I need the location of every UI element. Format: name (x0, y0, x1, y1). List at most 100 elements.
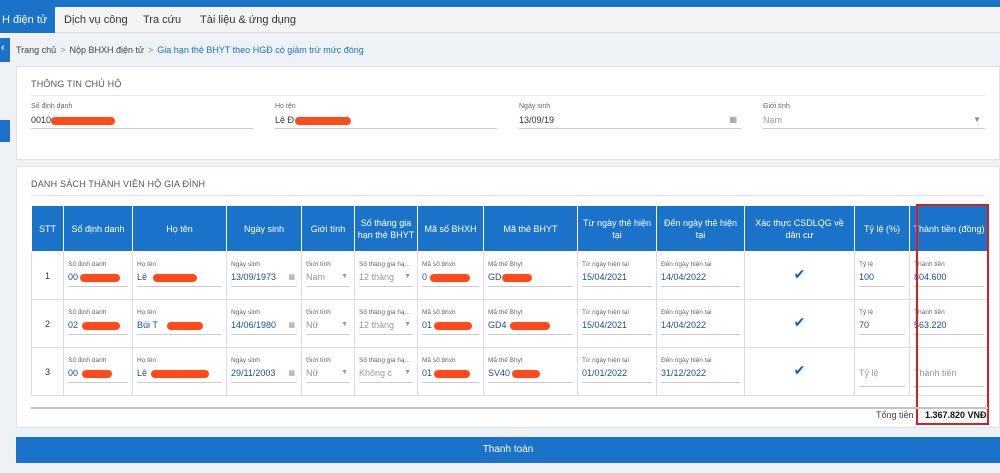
field-value: 31/12/2022 (661, 368, 707, 378)
member-name-field[interactable]: Họ tên Bùi T (137, 309, 222, 335)
member-gender-select[interactable]: Giới tính Nam ▼ (306, 261, 350, 287)
member-gender-select[interactable]: Giới tính Nữ ▼ (306, 309, 350, 335)
field-value: Không c (359, 368, 393, 378)
member-card-field[interactable]: Mã thẻ Bhyt GD4 (488, 309, 573, 335)
top-navbar: H điện tử Dịch vụ công Tra cứu Tài liệu … (0, 7, 1000, 33)
field-label: Số định danh (68, 261, 107, 268)
calendar-icon[interactable]: ▦ (288, 273, 295, 281)
divider (31, 195, 985, 196)
table-cell: Họ tên Bùi T (132, 299, 227, 348)
sidebar-collapse-button[interactable]: ‹ (0, 38, 10, 62)
field-label: Giới tính (306, 309, 331, 316)
verified-check-icon: ✔ (793, 314, 806, 330)
section-title: THÔNG TIN CHỦ HỘ (31, 79, 122, 89)
redaction-mark (512, 370, 540, 378)
field-value: 29/11/2003 (231, 368, 276, 378)
member-from-field[interactable]: Từ ngày hiện tại 01/01/2022 (582, 357, 652, 383)
dropdown-arrow-icon[interactable]: ▼ (404, 369, 411, 376)
field-value: 0010 (31, 115, 52, 125)
table-cell: ✔ (744, 299, 855, 348)
redaction-mark (167, 322, 203, 330)
amount-column-highlight (916, 204, 989, 425)
row-number: 2 (31, 299, 64, 348)
field-value: Nam (306, 272, 326, 282)
field-value: 13/09/19 (519, 115, 555, 125)
field-label: Số định danh (68, 309, 107, 316)
field-value: 15/04/2021 (582, 272, 628, 282)
field-label: Từ ngày hiện tại (582, 309, 629, 316)
sidebar-tab[interactable] (0, 120, 10, 142)
head-name-field[interactable]: Họ tên Lê Đ (275, 103, 497, 129)
member-months-select[interactable]: Số tháng gia hạ... 12 tháng ▼ (359, 261, 413, 287)
head-id-field[interactable]: Số định danh 0010 (31, 103, 253, 129)
nav-item-home[interactable]: H điện tử (0, 7, 56, 33)
member-to-field[interactable]: Đến ngày hiện tại 14/04/2022 (661, 261, 740, 287)
member-bhxh-field[interactable]: Mã số bhxh 01 (422, 309, 479, 335)
total-amount: 1.367.820 VNĐ (925, 410, 987, 420)
pay-button[interactable]: Thanh toán (16, 437, 1000, 463)
dropdown-arrow-icon[interactable]: ▼ (341, 321, 348, 328)
top-accent-bar (0, 0, 1000, 7)
dropdown-arrow-icon[interactable]: ▼ (404, 273, 411, 280)
member-from-field[interactable]: Từ ngày hiện tại 15/04/2021 (582, 261, 652, 287)
member-id-field[interactable]: Số định danh 00 (68, 357, 128, 383)
member-name-field[interactable]: Họ tên Lê (137, 261, 222, 287)
breadcrumb-level2[interactable]: Nộp BHXH điện tử (69, 45, 144, 55)
calendar-icon[interactable]: ▦ (729, 115, 737, 124)
redaction-mark (295, 117, 351, 125)
member-bhxh-field[interactable]: Mã số bhxh 0 (422, 261, 479, 287)
member-bhxh-field[interactable]: Mã số bhxh 01 (422, 357, 479, 383)
field-value: Nam (763, 115, 783, 125)
table-cell: Họ tên Lê (132, 251, 227, 300)
redaction-mark (502, 274, 532, 282)
nav-item-public-services[interactable]: Dịch vụ công (64, 7, 128, 33)
head-gender-select[interactable]: Giới tính Nam ▼ (763, 103, 985, 129)
calendar-icon[interactable]: ▦ (288, 321, 295, 329)
dropdown-arrow-icon[interactable]: ▼ (341, 369, 348, 376)
member-to-field[interactable]: Đến ngày hiện tại 31/12/2022 (661, 357, 740, 383)
nav-item-lookup[interactable]: Tra cứu (143, 7, 181, 33)
field-label: Số tháng gia hạ... (359, 357, 410, 364)
member-months-select[interactable]: Số tháng gia hạ... 12 tháng ▼ (359, 309, 413, 335)
nav-item-documents[interactable]: Tài liệu & ứng dụng (200, 7, 296, 33)
member-to-field[interactable]: Đến ngày hiện tại 14/04/2022 (661, 309, 740, 335)
member-id-field[interactable]: Số định danh 02 (68, 309, 128, 335)
calendar-icon[interactable]: ▦ (288, 369, 295, 377)
field-label: Từ ngày hiện tại (582, 357, 629, 364)
chevron-left-icon: ‹ (1, 42, 5, 54)
member-months-select[interactable]: Số tháng gia hạ... Không c ▼ (359, 357, 413, 383)
dropdown-arrow-icon[interactable]: ▼ (973, 115, 981, 124)
head-dob-field[interactable]: Ngày sinh 13/09/19 ▦ (519, 103, 741, 129)
dropdown-arrow-icon[interactable]: ▼ (404, 321, 411, 328)
member-name-field[interactable]: Họ tên Lê (137, 357, 222, 383)
member-from-field[interactable]: Từ ngày hiện tại 15/04/2021 (582, 309, 652, 335)
table-cell: Giới tính Nữ ▼ (301, 299, 355, 348)
member-dob-field[interactable]: Ngày sinh 13/09/1973 ▦ (231, 261, 297, 287)
field-value: 02 (68, 320, 79, 330)
household-head-panel: THÔNG TIN CHỦ HỘ Số định danh 0010 Họ tê… (16, 66, 1000, 160)
field-value: 12 tháng (359, 272, 395, 282)
member-card-field[interactable]: Mã thẻ Bhyt GD (488, 261, 573, 287)
field-value: 01 (422, 320, 433, 330)
table-cell: Họ tên Lê (132, 347, 227, 396)
row-number: 3 (31, 347, 64, 396)
member-rate-field[interactable]: Tỷ lệ 100 (859, 261, 905, 287)
table-cell: Tỷ lệ 100 (854, 251, 910, 300)
member-dob-field[interactable]: Ngày sinh 14/06/1980 ▦ (231, 309, 297, 335)
field-value: 70 (859, 320, 870, 330)
member-card-field[interactable]: Mã thẻ Bhyt SV40 (488, 357, 573, 383)
table-cell: Mã thẻ Bhyt SV40 (483, 347, 578, 396)
member-rate-field[interactable]: Tỷ lệ 70 (859, 309, 905, 335)
table-cell: Tỷ lệ 70 (854, 299, 910, 348)
member-gender-select[interactable]: Giới tính Nữ ▼ (306, 357, 350, 383)
field-label: Tỷ lệ (859, 261, 874, 268)
member-id-field[interactable]: Số định danh 00 (68, 261, 128, 287)
field-value: 100 (859, 272, 875, 282)
breadcrumb-home[interactable]: Trang chủ (16, 45, 56, 55)
member-dob-field[interactable]: Ngày sinh 29/11/2003 ▦ (231, 357, 297, 383)
dropdown-arrow-icon[interactable]: ▼ (341, 273, 348, 280)
table-cell: Giới tính Nữ ▼ (301, 347, 355, 396)
member-rate-field[interactable]: Tỷ lệ (859, 361, 905, 387)
breadcrumb-current[interactable]: Gia hạn thẻ BHYT theo HGĐ có giảm trừ mứ… (157, 45, 363, 55)
redaction-mark (434, 370, 470, 378)
